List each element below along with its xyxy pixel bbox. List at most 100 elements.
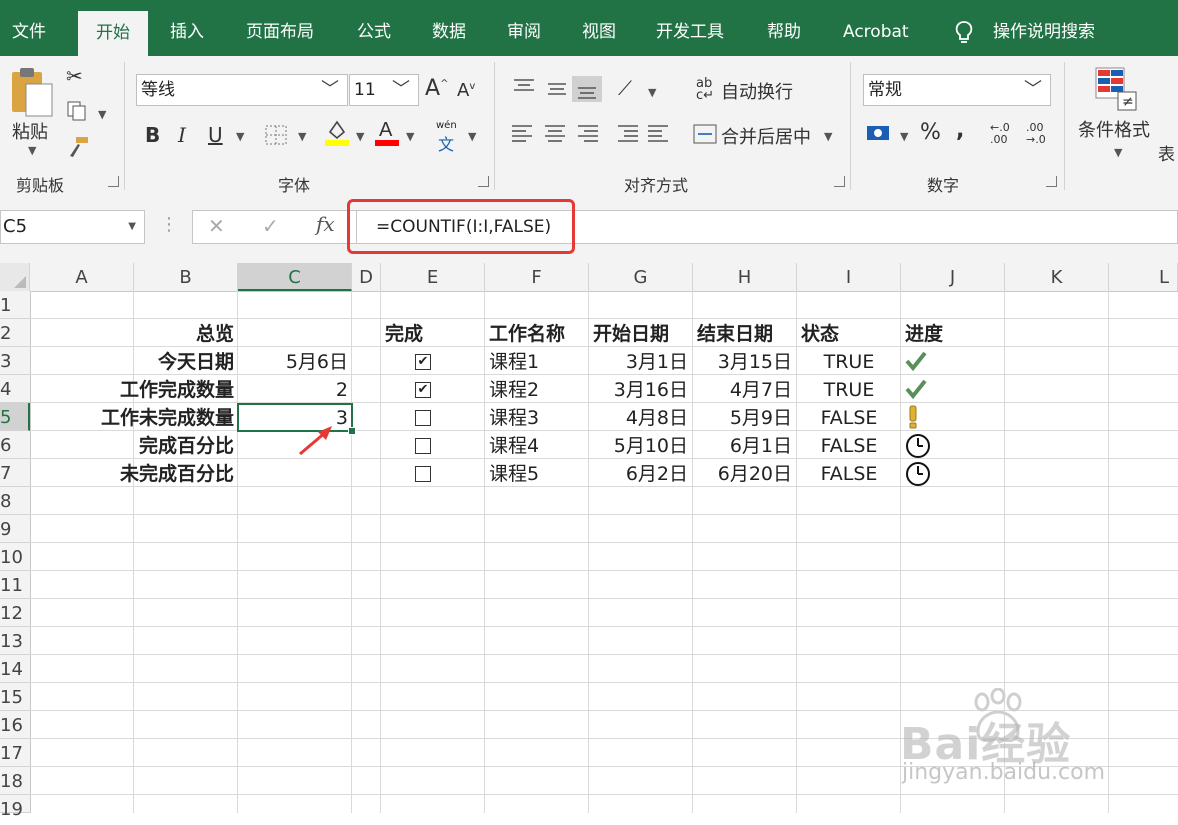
row-header-17[interactable]: 17 <box>0 739 30 767</box>
format-painter-icon[interactable] <box>66 136 90 158</box>
row-header-1[interactable]: 1 <box>0 291 30 319</box>
row-header-14[interactable]: 14 <box>0 655 30 683</box>
merge-center-icon[interactable] <box>693 123 717 145</box>
col-header-h[interactable]: H <box>693 263 797 291</box>
row-header-18[interactable]: 18 <box>0 767 30 795</box>
conditional-formatting-button[interactable]: 条件格式 <box>1078 116 1150 142</box>
tab-home[interactable]: 开始 <box>78 11 148 56</box>
paste-label[interactable]: 粘贴 <box>12 118 48 144</box>
col-header-c[interactable]: C <box>238 263 352 291</box>
comma-style-button[interactable]: , <box>956 118 964 143</box>
tab-page-layout[interactable]: 页面布局 <box>246 0 314 56</box>
task-start[interactable]: 4月8日 <box>589 403 688 431</box>
table-header-progress[interactable]: 进度 <box>905 319 1001 347</box>
row-header-10[interactable]: 10 <box>0 543 30 571</box>
row-header-6[interactable]: 6 <box>0 431 30 459</box>
col-header-a[interactable]: A <box>30 263 134 291</box>
task-name[interactable]: 课程4 <box>489 431 585 459</box>
task-status[interactable]: FALSE <box>797 459 901 487</box>
horizontal-align-icons[interactable] <box>510 122 670 146</box>
increase-decimal-button[interactable]: ←.0 .00 <box>990 122 1010 146</box>
enter-icon[interactable]: ✓ <box>262 214 279 238</box>
phonetic-guide-icon[interactable]: 文 <box>438 131 454 155</box>
font-color-icon[interactable]: A <box>374 118 400 148</box>
alignment-launcher-icon[interactable]: x <box>834 176 845 187</box>
col-header-e[interactable]: E <box>381 263 485 291</box>
summary-label[interactable]: 完成百分比 <box>60 431 234 459</box>
number-format-select[interactable]: 常规 ﹀ <box>863 74 1051 106</box>
underline-button[interactable]: U <box>208 123 223 147</box>
done-checkbox[interactable] <box>415 438 431 454</box>
decrease-font-size-icon[interactable]: Av <box>457 80 475 101</box>
bold-button[interactable]: B <box>145 123 160 147</box>
row-header-16[interactable]: 16 <box>0 711 30 739</box>
summary-label[interactable]: 工作完成数量 <box>40 375 234 403</box>
cut-icon[interactable]: ✂ <box>66 64 83 88</box>
col-header-d[interactable]: D <box>352 263 381 291</box>
tab-file[interactable]: 文件 <box>12 0 46 56</box>
summary-value-today[interactable]: 5月6日 <box>238 347 348 375</box>
row-header-15[interactable]: 15 <box>0 683 30 711</box>
task-end[interactable]: 6月1日 <box>693 431 792 459</box>
col-header-f[interactable]: F <box>485 263 589 291</box>
col-header-j[interactable]: J <box>901 263 1005 291</box>
tell-me-search[interactable]: 操作说明搜索 <box>993 0 1095 56</box>
row-header-2[interactable]: 2 <box>0 319 30 347</box>
row-header-11[interactable]: 11 <box>0 571 30 599</box>
conditional-formatting-dropdown-icon[interactable]: ▼ <box>1114 146 1122 159</box>
accounting-format-icon[interactable] <box>866 122 892 144</box>
row-header-7[interactable]: 7 <box>0 459 30 487</box>
col-header-g[interactable]: G <box>589 263 693 291</box>
task-start[interactable]: 6月2日 <box>589 459 688 487</box>
done-checkbox[interactable]: ✔ <box>415 354 431 370</box>
paste-icon[interactable] <box>10 66 56 118</box>
copy-icon[interactable] <box>66 100 88 122</box>
formula-input-area[interactable] <box>192 210 1178 244</box>
decrease-decimal-button[interactable]: .00 →.0 <box>1026 122 1046 146</box>
merge-dropdown-icon[interactable]: ▼ <box>824 130 832 143</box>
table-header-end[interactable]: 结束日期 <box>697 319 793 347</box>
orientation-dropdown-icon[interactable]: ▼ <box>648 86 656 99</box>
done-checkbox[interactable] <box>415 466 431 482</box>
insert-function-icon[interactable]: fx <box>316 212 335 236</box>
summary-header[interactable]: 总览 <box>134 319 234 347</box>
task-end[interactable]: 3月15日 <box>693 347 792 375</box>
row-header-12[interactable]: 12 <box>0 599 30 627</box>
summary-value-done-count[interactable]: 2 <box>238 375 348 403</box>
number-launcher-icon[interactable]: x <box>1046 176 1057 187</box>
task-name[interactable]: 课程2 <box>489 375 585 403</box>
conditional-formatting-icon[interactable]: ≠ <box>1094 66 1138 112</box>
task-status[interactable]: TRUE <box>797 375 901 403</box>
row-header-3[interactable]: 3 <box>0 347 30 375</box>
phonetic-dropdown-icon[interactable]: ▼ <box>468 130 476 143</box>
font-size-select[interactable]: 11 ﹀ <box>349 74 419 106</box>
task-name[interactable]: 课程5 <box>489 459 585 487</box>
tab-help[interactable]: 帮助 <box>767 0 801 56</box>
percent-style-button[interactable]: % <box>920 120 941 145</box>
summary-value-undone-pct[interactable] <box>238 459 348 487</box>
task-start[interactable]: 3月16日 <box>589 375 688 403</box>
row-header-9[interactable]: 9 <box>0 515 30 543</box>
task-status[interactable]: FALSE <box>797 431 901 459</box>
done-checkbox[interactable]: ✔ <box>415 382 431 398</box>
tab-review[interactable]: 审阅 <box>507 0 541 56</box>
tab-view[interactable]: 视图 <box>582 0 616 56</box>
row-header-8[interactable]: 8 <box>0 487 30 515</box>
col-header-b[interactable]: B <box>134 263 238 291</box>
table-header-name[interactable]: 工作名称 <box>489 319 585 347</box>
orientation-icon[interactable]: ⟋ <box>618 76 632 100</box>
fill-color-icon[interactable] <box>324 118 350 148</box>
wrap-text-button[interactable]: 自动换行 <box>721 78 793 104</box>
merge-center-button[interactable]: 合并后居中 <box>721 123 811 149</box>
font-name-select[interactable]: 等线 ﹀ <box>136 74 348 106</box>
name-box[interactable]: C5 ▼ <box>0 210 145 244</box>
summary-label[interactable]: 未完成百分比 <box>60 459 234 487</box>
task-end[interactable]: 6月20日 <box>693 459 792 487</box>
table-header-start[interactable]: 开始日期 <box>593 319 689 347</box>
tab-formulas[interactable]: 公式 <box>357 0 391 56</box>
table-header-done[interactable]: 完成 <box>385 319 481 347</box>
tab-developer[interactable]: 开发工具 <box>656 0 724 56</box>
borders-dropdown-icon[interactable]: ▼ <box>298 130 306 143</box>
summary-label[interactable]: 今天日期 <box>60 347 234 375</box>
task-name[interactable]: 课程1 <box>489 347 585 375</box>
